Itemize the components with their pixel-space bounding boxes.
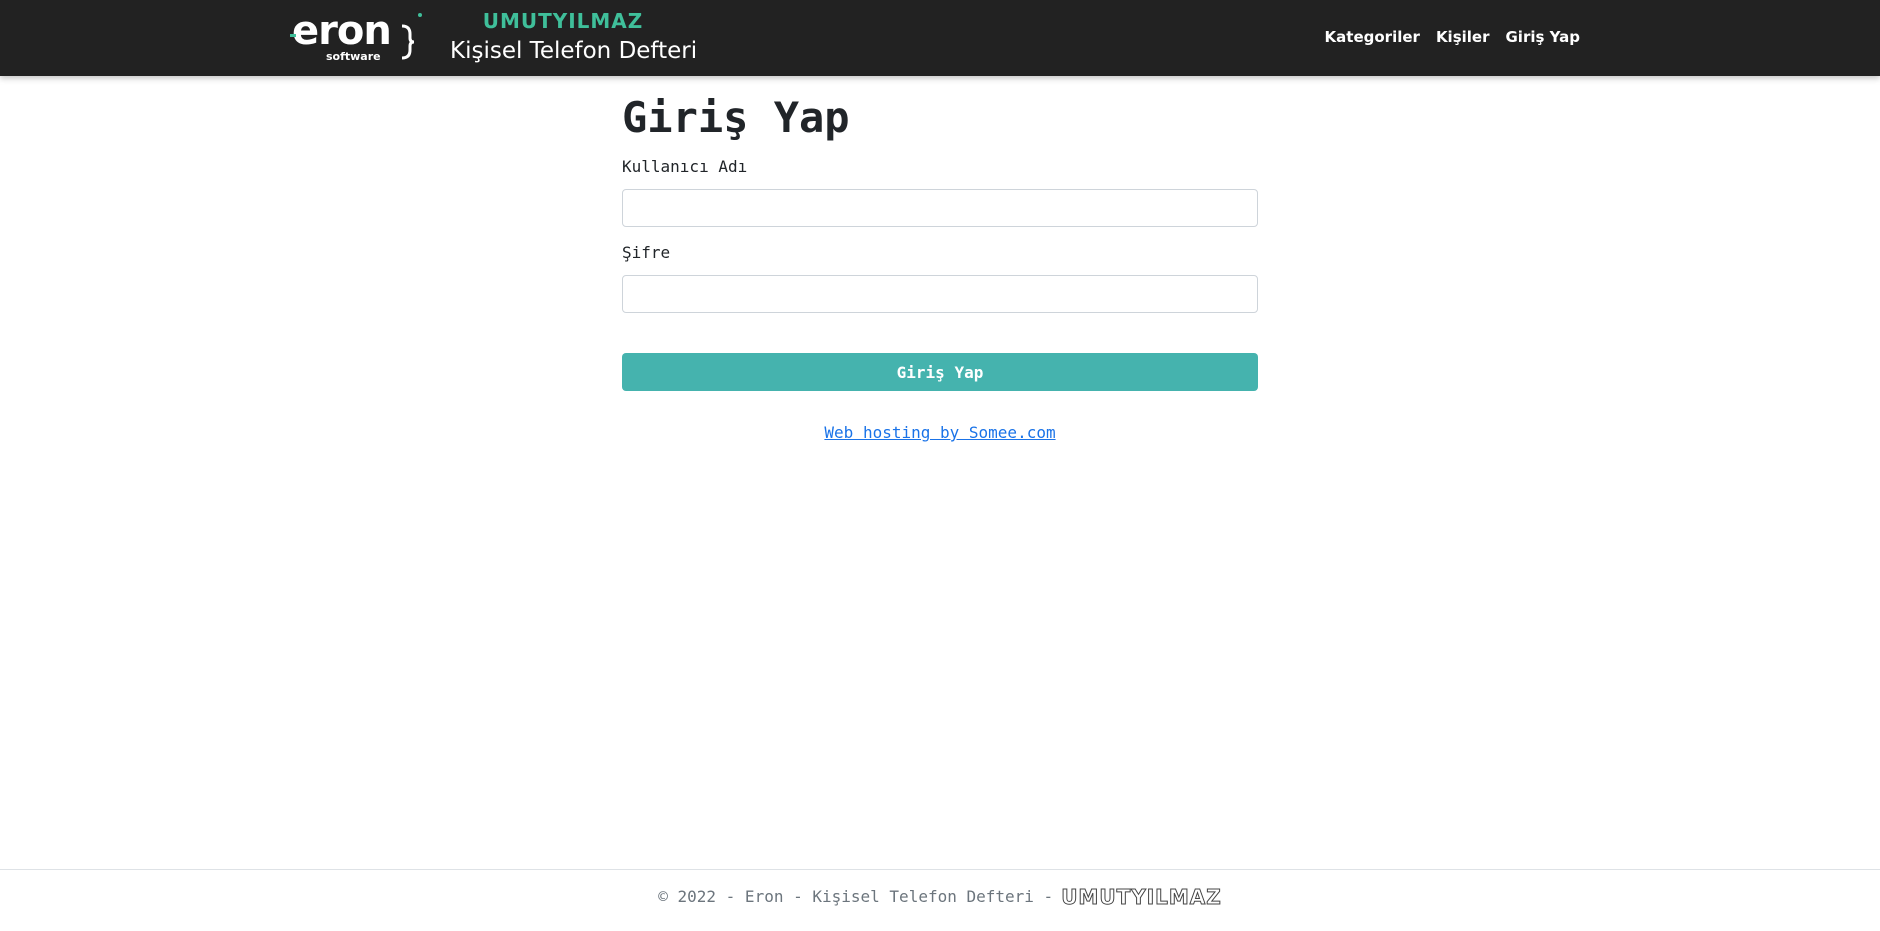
nav-link-kisiler[interactable]: Kişiler [1436,26,1490,48]
hosting-link-container: Web hosting by Somee.com [622,422,1258,444]
password-label: Şifre [622,243,671,262]
logo-accent-bar [290,34,296,37]
logo-bracket [401,24,415,60]
eron-software-logo[interactable]: eron software [290,10,426,66]
page-title: Giriş Yap [622,93,850,142]
navbar: eron software UMUTYILMAZ Kişisel Telefon… [0,0,1880,76]
login-submit-button[interactable]: Giriş Yap [622,353,1258,391]
brand-text[interactable]: UMUTYILMAZ Kişisel Telefon Defteri [450,9,698,65]
brand-author: UMUTYILMAZ [482,9,644,33]
footer: © 2022 - Eron - Kişisel Telefon Defteri … [0,869,1880,931]
nav-links: Kategoriler Kişiler Giriş Yap [1325,26,1580,48]
logo-dot [418,13,422,17]
footer-author-logo: UMUTYILMAZ [1061,885,1222,909]
brand-subtitle: Kişisel Telefon Defteri [450,38,698,64]
footer-content: © 2022 - Eron - Kişisel Telefon Defteri … [0,885,1880,909]
footer-copyright: © 2022 - Eron - Kişisel Telefon Defteri … [658,887,1054,906]
logo-word: eron [292,10,391,54]
password-input[interactable] [622,275,1258,313]
nav-link-kategoriler[interactable]: Kategoriler [1325,26,1420,48]
hosting-link[interactable]: Web hosting by Somee.com [824,423,1055,442]
username-label: Kullanıcı Adı [622,157,748,176]
username-input[interactable] [622,189,1258,227]
logo-subword: software [326,50,381,63]
nav-link-giris-yap[interactable]: Giriş Yap [1506,26,1581,48]
